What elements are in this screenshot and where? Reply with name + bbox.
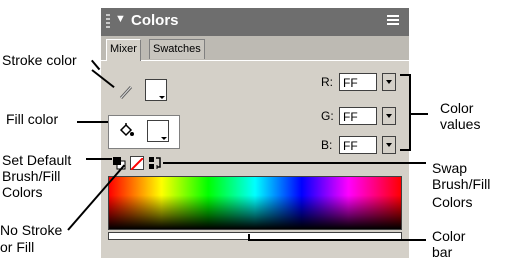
bracket-tick [410, 113, 428, 115]
drag-grip-icon[interactable] [106, 14, 110, 30]
callout-no-stroke-2: or Fill [0, 239, 35, 255]
paint-bucket-icon [117, 122, 135, 140]
colors-panel: ▼ Colors Mixer Swatches R: FF G: FF B: F… [101, 8, 409, 258]
callout-line-default [86, 158, 112, 160]
rgb-label-g: G: [321, 109, 334, 123]
bracket-top [400, 74, 410, 76]
callout-set-default-3: Colors [2, 184, 43, 200]
callout-no-stroke-1: No Stroke [0, 222, 63, 238]
swap-colors-button[interactable] [148, 156, 162, 170]
callout-line-swap [163, 162, 426, 164]
chevron-down-icon [159, 96, 165, 99]
callout-line-bar-h [248, 239, 426, 241]
panel-title: Colors [131, 12, 179, 29]
collapse-arrow-icon[interactable]: ▼ [115, 13, 126, 25]
color-spectrum-bar[interactable] [108, 176, 402, 230]
chevron-down-icon [161, 137, 167, 140]
panel-titlebar[interactable]: ▼ Colors [101, 8, 409, 36]
blue-value-input[interactable]: FF [339, 136, 377, 154]
rgb-label-b: B: [321, 138, 333, 152]
rgb-label-r: R: [321, 75, 333, 89]
stroke-pencil-icon [118, 84, 134, 100]
red-value-input[interactable]: FF [339, 73, 377, 91]
bracket-bottom [400, 149, 410, 151]
green-value-input[interactable]: FF [339, 107, 377, 125]
green-dropdown-button[interactable] [382, 107, 396, 125]
callout-swap-1: Swap [432, 160, 468, 176]
callout-color-values-2: values [440, 116, 481, 132]
callout-set-default-1: Set Default [2, 152, 72, 168]
tab-mixer[interactable]: Mixer [106, 39, 141, 61]
panel-options-icon[interactable] [387, 15, 399, 27]
callout-stroke-color: Stroke color [2, 52, 77, 68]
callout-line-fill [77, 121, 108, 123]
red-dropdown-button[interactable] [382, 73, 396, 91]
callout-color-values-1: Color [440, 100, 474, 116]
no-stroke-fill-button[interactable] [130, 156, 144, 171]
callout-swap-2: Brush/Fill [432, 176, 491, 192]
callout-color-bar-1: Color [432, 228, 466, 244]
callout-fill-color: Fill color [6, 111, 59, 127]
swap-colors-icon [149, 157, 161, 169]
fill-color-swatch[interactable] [147, 120, 169, 142]
no-color-icon [130, 157, 144, 171]
callout-set-default-2: Brush/Fill [2, 168, 61, 184]
callout-swap-3: Colors [432, 194, 473, 210]
tab-swatches[interactable]: Swatches [149, 39, 205, 59]
blue-dropdown-button[interactable] [382, 136, 396, 154]
tab-row: Mixer Swatches [101, 36, 409, 61]
stroke-color-swatch[interactable] [145, 79, 167, 101]
